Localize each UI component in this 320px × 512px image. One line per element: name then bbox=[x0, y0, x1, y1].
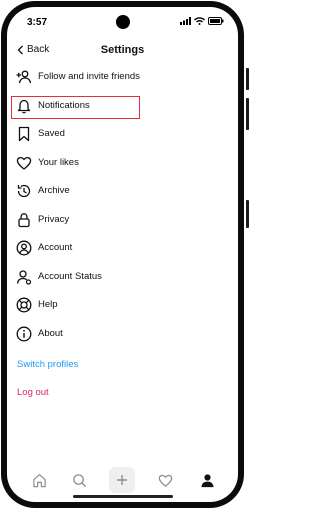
phone-screen: 3:57 Back Settings Follow and invite fri… bbox=[7, 7, 238, 502]
bookmark-icon bbox=[18, 126, 30, 142]
nav-add[interactable] bbox=[109, 467, 135, 493]
info-icon bbox=[16, 326, 32, 341]
volume-up-button bbox=[246, 68, 249, 90]
bottom-nav bbox=[7, 465, 238, 495]
menu-item-saved[interactable]: Saved bbox=[7, 121, 238, 147]
screenshot-stage: 3:57 Back Settings Follow and invite fri… bbox=[0, 0, 249, 512]
menu-item-your-likes[interactable]: Your likes bbox=[7, 150, 238, 176]
log-out-link[interactable]: Log out bbox=[17, 387, 49, 398]
menu-item-label: About bbox=[38, 327, 63, 339]
menu-item-label: Saved bbox=[38, 128, 65, 139]
menu-item-label: Account Status bbox=[38, 270, 102, 282]
add-person-icon bbox=[16, 70, 32, 84]
status-icons bbox=[180, 17, 224, 25]
heart-icon bbox=[158, 474, 172, 487]
account-icon bbox=[16, 240, 32, 256]
nav-profile[interactable] bbox=[194, 467, 220, 493]
menu-item-label: Archive bbox=[38, 185, 70, 196]
menu-item-account[interactable]: Account bbox=[7, 235, 238, 261]
menu-item-label: Privacy bbox=[38, 213, 70, 225]
power-button bbox=[246, 200, 249, 228]
menu-item-account-status[interactable]: Account Status bbox=[7, 264, 238, 290]
menu-item-privacy[interactable]: Privacy bbox=[7, 207, 238, 233]
person-icon bbox=[16, 269, 32, 285]
home-indicator bbox=[73, 495, 173, 498]
archive-icon bbox=[17, 184, 31, 198]
home-icon bbox=[32, 473, 46, 487]
status-time: 3:57 bbox=[27, 17, 48, 28]
menu-item-label: Help bbox=[38, 299, 58, 310]
switch-profiles-link[interactable]: Switch profiles bbox=[17, 359, 78, 370]
menu-item-label: Account bbox=[38, 242, 73, 253]
menu-item-help[interactable]: Help bbox=[7, 292, 238, 318]
status-bar: 3:57 bbox=[7, 7, 238, 41]
menu-item-label: Your likes bbox=[38, 156, 79, 168]
notifications-highlight bbox=[11, 96, 140, 119]
lock-icon bbox=[18, 212, 30, 227]
add-icon bbox=[117, 475, 127, 485]
battery-icon bbox=[208, 17, 224, 25]
nav-home[interactable] bbox=[26, 467, 52, 493]
profile-icon bbox=[200, 473, 214, 487]
header: Back Settings bbox=[7, 41, 238, 63]
signal-icon bbox=[180, 17, 191, 25]
lifebuoy-icon bbox=[16, 297, 32, 313]
menu-item-label: Follow and invite friends bbox=[38, 71, 140, 82]
menu-item-follow-invite[interactable]: Follow and invite friends bbox=[7, 64, 238, 90]
page-title: Settings bbox=[100, 44, 145, 56]
phone-frame: 3:57 Back Settings Follow and invite fri… bbox=[1, 1, 244, 508]
volume-down-button bbox=[246, 98, 249, 130]
menu-item-about[interactable]: About bbox=[7, 321, 238, 347]
menu-item-archive[interactable]: Archive bbox=[7, 178, 238, 204]
wifi-icon bbox=[194, 17, 205, 25]
nav-activity[interactable] bbox=[152, 467, 178, 493]
search-icon bbox=[72, 473, 86, 487]
front-camera bbox=[116, 15, 130, 29]
nav-search[interactable] bbox=[66, 467, 92, 493]
heart-icon bbox=[16, 156, 32, 170]
